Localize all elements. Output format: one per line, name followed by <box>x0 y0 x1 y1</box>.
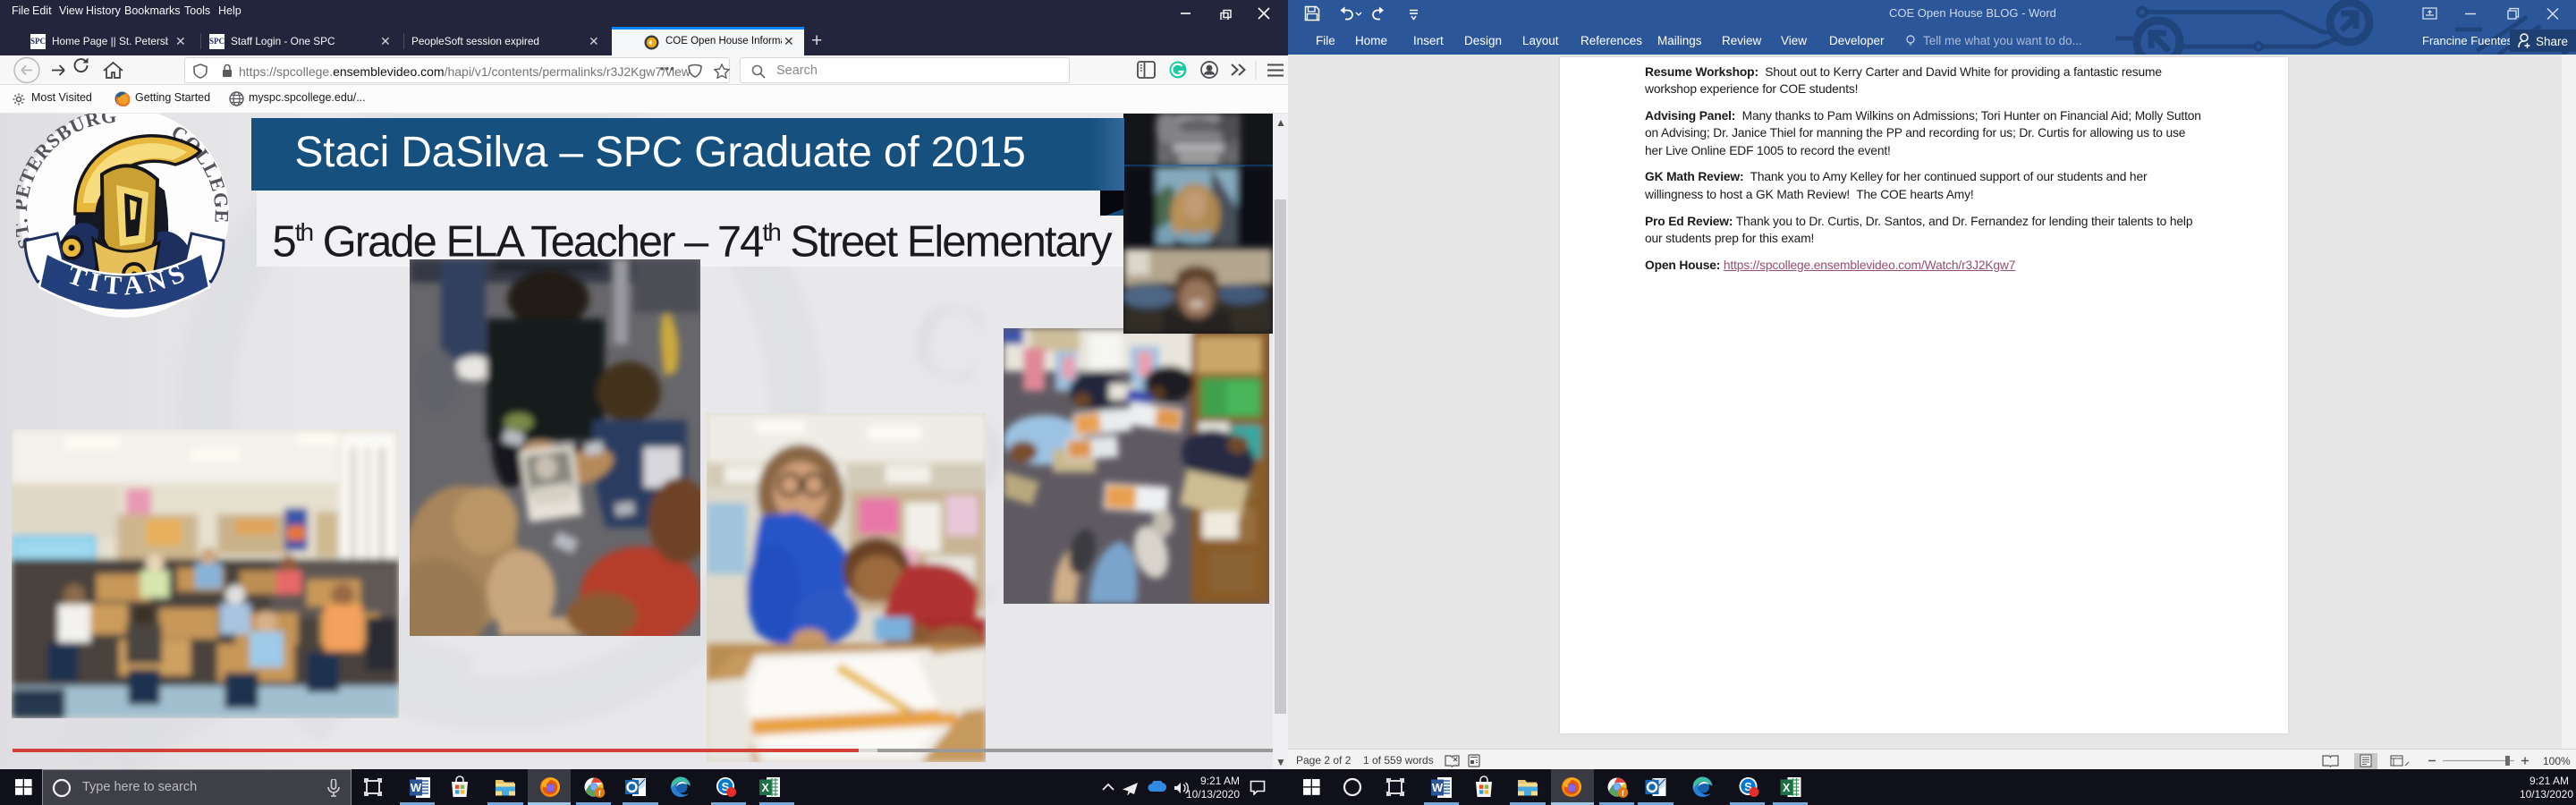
svg-text:C: C <box>902 275 997 407</box>
svg-text:100%: 100% <box>2543 755 2571 767</box>
